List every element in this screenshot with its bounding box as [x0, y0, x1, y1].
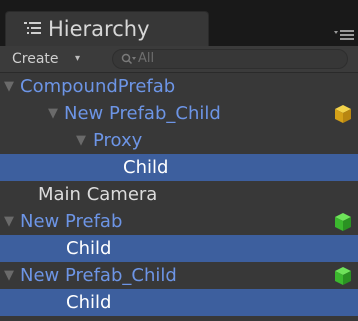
tab-hierarchy[interactable]: Hierarchy	[5, 11, 209, 46]
panel-title: Hierarchy	[48, 17, 150, 41]
green-cube-icon	[335, 213, 351, 231]
tab-bar: Hierarchy	[0, 0, 358, 46]
tree-item-child[interactable]: Child	[0, 289, 358, 316]
tree-item-new-prefab[interactable]: ▼ New Prefab	[0, 208, 358, 235]
tree-item-label: Child	[66, 238, 112, 259]
tree-item-proxy[interactable]: ▼ Proxy	[0, 127, 358, 154]
tree-item-label: CompoundPrefab	[20, 76, 176, 97]
tree-item-label: Proxy	[93, 130, 143, 151]
hierarchy-toolbar: Create ▾ All	[0, 46, 358, 73]
chevron-down-icon: ▾	[75, 53, 81, 64]
search-icon[interactable]	[121, 53, 137, 66]
create-dropdown[interactable]: Create ▾	[5, 49, 105, 69]
expand-arrow-icon[interactable]: ▼	[4, 73, 14, 100]
expand-arrow-icon[interactable]: ▼	[76, 127, 86, 154]
expand-arrow-icon[interactable]: ▼	[4, 262, 14, 289]
panel-menu-icon[interactable]	[334, 28, 354, 40]
search-input[interactable]: All	[112, 49, 348, 69]
tree-item-label: New Prefab_Child	[64, 103, 221, 124]
green-cube-icon	[335, 267, 351, 285]
search-placeholder: All	[138, 51, 155, 66]
tree-item-label: Child	[123, 157, 169, 178]
tree-item-child[interactable]: Child	[0, 235, 358, 262]
tree-item-compoundprefab[interactable]: ▼ CompoundPrefab	[0, 73, 358, 100]
tree-item-label: New Prefab_Child	[20, 265, 177, 286]
tree-item-label: Main Camera	[38, 184, 158, 205]
expand-arrow-icon[interactable]: ▼	[4, 208, 14, 235]
yellow-cube-icon	[335, 105, 351, 123]
hierarchy-list-icon	[24, 22, 41, 34]
create-label: Create	[12, 51, 59, 67]
expand-arrow-icon[interactable]: ▼	[48, 100, 58, 127]
tree-item-new-prefab-child[interactable]: ▼ New Prefab_Child	[0, 262, 358, 289]
tree-item-label: Child	[66, 292, 112, 313]
tree-item-label: New Prefab	[20, 211, 123, 232]
tree-item-new-prefab-child[interactable]: ▼ New Prefab_Child	[0, 100, 358, 127]
tree-item-main-camera[interactable]: Main Camera	[0, 181, 358, 208]
tree-item-child[interactable]: Child	[0, 154, 358, 181]
